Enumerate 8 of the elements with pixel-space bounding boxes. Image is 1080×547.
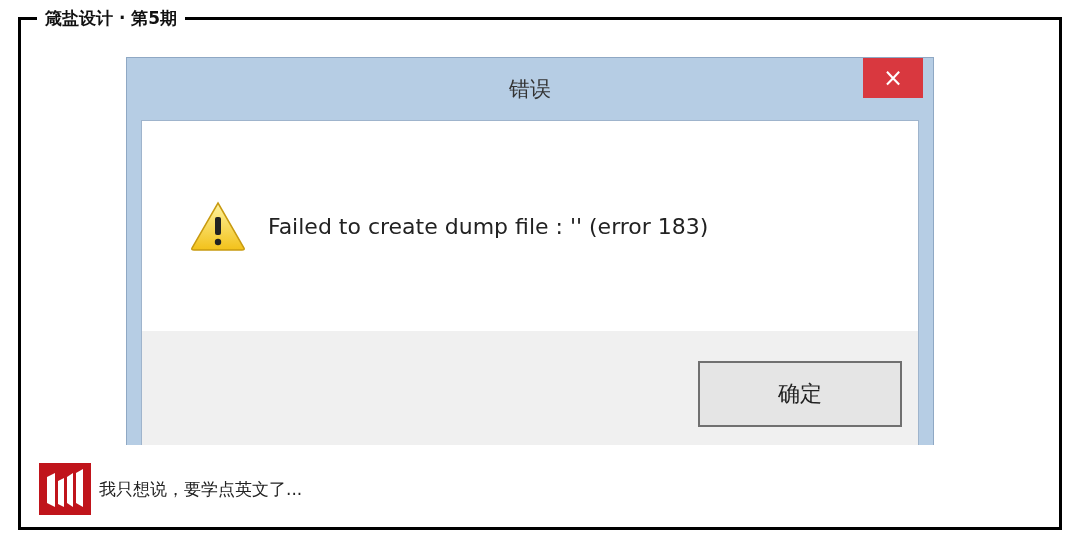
close-button[interactable]: ×	[863, 58, 923, 98]
logo-icon	[39, 463, 91, 515]
window-title: 错误	[509, 76, 551, 103]
ok-button[interactable]: 确定	[698, 361, 902, 427]
warning-icon	[190, 201, 246, 251]
frame-title: 箴盐设计 · 第5期	[37, 7, 186, 29]
error-message: Failed to create dump file : '' (error 183)	[268, 213, 709, 239]
caption-text: 我只想说，要学点英文了...	[99, 477, 303, 501]
